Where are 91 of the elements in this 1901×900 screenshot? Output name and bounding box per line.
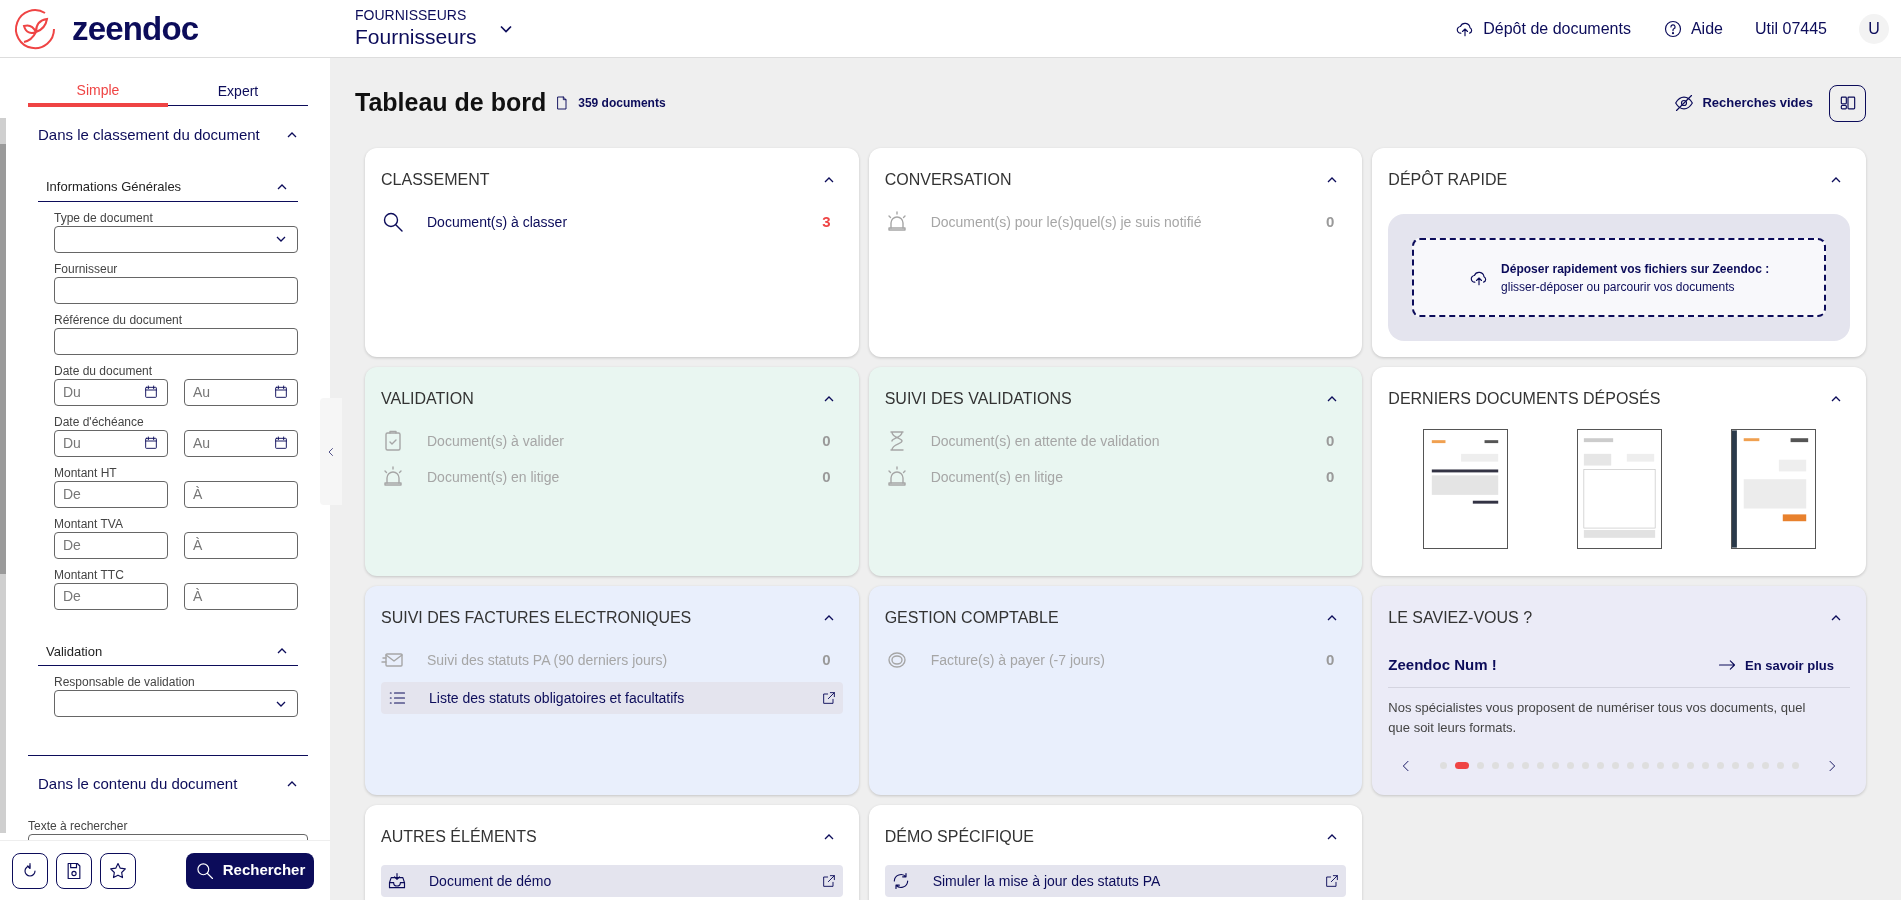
card-title: DERNIERS DOCUMENTS DÉPOSÉS [1388, 388, 1661, 409]
scrollbar[interactable] [0, 118, 6, 833]
date-field[interactable]: Au [184, 378, 298, 406]
search-mode-tab[interactable]: Simple [28, 80, 168, 107]
search-icon [381, 210, 405, 234]
card-title: LE SAVIEZ-VOUS ? [1388, 608, 1533, 628]
counter-value: 0 [1326, 466, 1335, 487]
field-label: Date d'échéance [54, 413, 145, 430]
layout-button[interactable] [1829, 84, 1866, 122]
card-title: CONVERSATION [884, 170, 1012, 190]
counter-value: 0 [1326, 430, 1335, 451]
alarm-light-icon [381, 465, 405, 489]
section-header[interactable]: Dans le classement du document [28, 123, 308, 147]
date-field[interactable]: Du [54, 378, 168, 406]
field-label: Montant TVA [54, 515, 124, 532]
inbox-tray-icon [387, 871, 407, 891]
calendar-icon [143, 435, 159, 451]
counter-value: 0 [822, 466, 831, 487]
field-label: Fournisseur [54, 260, 119, 277]
input-field[interactable]: De [54, 531, 168, 559]
learn-more-link[interactable]: En savoir plus [1717, 655, 1834, 676]
external-link-icon [1324, 873, 1341, 889]
input-field[interactable] [54, 276, 298, 304]
counter-link[interactable]: Document(s) à classer [427, 211, 813, 233]
card-title: DÉPÔT RAPIDE [1388, 169, 1508, 190]
input-field[interactable]: À [184, 531, 298, 559]
card-title: GESTION COMPTABLE [884, 608, 1059, 628]
field-label: Montant TTC [54, 566, 125, 583]
counter-value: 0 [1326, 211, 1335, 232]
calendar-icon [273, 384, 289, 400]
group-header[interactable]: Informations Générales [38, 177, 298, 202]
external-link-row[interactable]: Simuler la mise à jour des statuts PA [884, 865, 1347, 897]
context-selector[interactable]: FOURNISSEURS Fournisseurs [355, 6, 517, 51]
input-field[interactable]: De [54, 582, 168, 610]
dropzone-headline: Déposer rapidement vos fichiers sur Zeendoc : [1501, 260, 1770, 278]
card-title: CLASSEMENT [381, 170, 490, 190]
calendar-icon [143, 384, 159, 400]
field-label: Référence du document [54, 311, 184, 328]
tip-text: Nos spécialistes vous proposent de numériser tous vos documents, quel que soit leurs formats. [1388, 698, 1807, 737]
card-title: VALIDATION [381, 389, 474, 409]
calendar-icon [273, 435, 289, 451]
reset-button[interactable] [12, 852, 48, 889]
input-field[interactable]: De [54, 480, 168, 508]
field-label: Responsable de validation [54, 674, 196, 690]
star-button[interactable] [100, 852, 136, 889]
select-field[interactable] [54, 690, 298, 717]
collapse-sidebar-handle[interactable] [320, 398, 342, 505]
select-field[interactable] [54, 225, 298, 253]
input-field[interactable]: À [184, 582, 298, 610]
file-dropzone[interactable]: Déposer rapidement vos fichiers sur Zeendoc : glisser-déposer ou parcourir vos documents [1412, 238, 1826, 317]
search-icon [194, 860, 215, 881]
field-label: Type de document [54, 209, 154, 226]
eye-slash-icon [1674, 93, 1695, 113]
external-link-row[interactable]: Document de démo [381, 865, 843, 897]
counter-value: 3 [822, 211, 831, 232]
empty-searches-toggle[interactable]: Recherches vides [1674, 93, 1813, 113]
card-title: SUIVI DES FACTURES ELECTRONIQUES [381, 608, 692, 628]
nav-link[interactable]: Aide [1662, 16, 1723, 41]
card-title: AUTRES ÉLÉMENTS [381, 826, 537, 847]
search-button[interactable]: Rechercher [186, 852, 314, 889]
card-title: DÉMO SPÉCIFIQUE [884, 826, 1034, 847]
page-title: Tableau de bord [355, 87, 547, 119]
star-icon [108, 860, 128, 881]
external-link-row[interactable]: Liste des statuts obligatoires et facultatifs [381, 682, 843, 714]
dropzone-hint: glisser-déposer ou parcourir vos documents [1501, 278, 1736, 296]
input-field[interactable]: À [184, 480, 298, 508]
card-title: SUIVI DES VALIDATIONS [884, 389, 1072, 409]
input-field[interactable] [54, 327, 298, 355]
search-mode-tab[interactable]: Expert [168, 80, 308, 106]
external-link-icon [820, 873, 837, 889]
save-button[interactable] [56, 852, 92, 889]
counter-value: 0 [1326, 649, 1335, 670]
field-label: Date du document [54, 362, 154, 379]
external-link-icon [820, 690, 837, 706]
user-menu-link[interactable]: Util 07445 [1754, 16, 1827, 41]
user-avatar[interactable]: U [1859, 13, 1889, 44]
section-header[interactable]: Dans le contenu du document [28, 772, 308, 796]
tip-title: Zeendoc Num ! [1388, 655, 1497, 675]
date-field[interactable]: Au [184, 429, 298, 457]
context-value: Fournisseurs [355, 24, 477, 51]
document-count: 359 documents [578, 95, 666, 112]
field-label: Texte à rechercher [28, 818, 129, 834]
group-header[interactable]: Validation [38, 641, 298, 666]
field-label: Montant HT [54, 464, 118, 481]
help-icon [1662, 18, 1683, 39]
date-field[interactable]: Du [54, 429, 168, 457]
brand-name: zeendoc [72, 12, 199, 45]
context-caption: FOURNISSEURS [355, 6, 468, 25]
nav-link[interactable]: Dépôt de documents [1455, 16, 1631, 41]
counter-value: 0 [822, 430, 831, 451]
counter-value: 0 [822, 649, 831, 670]
